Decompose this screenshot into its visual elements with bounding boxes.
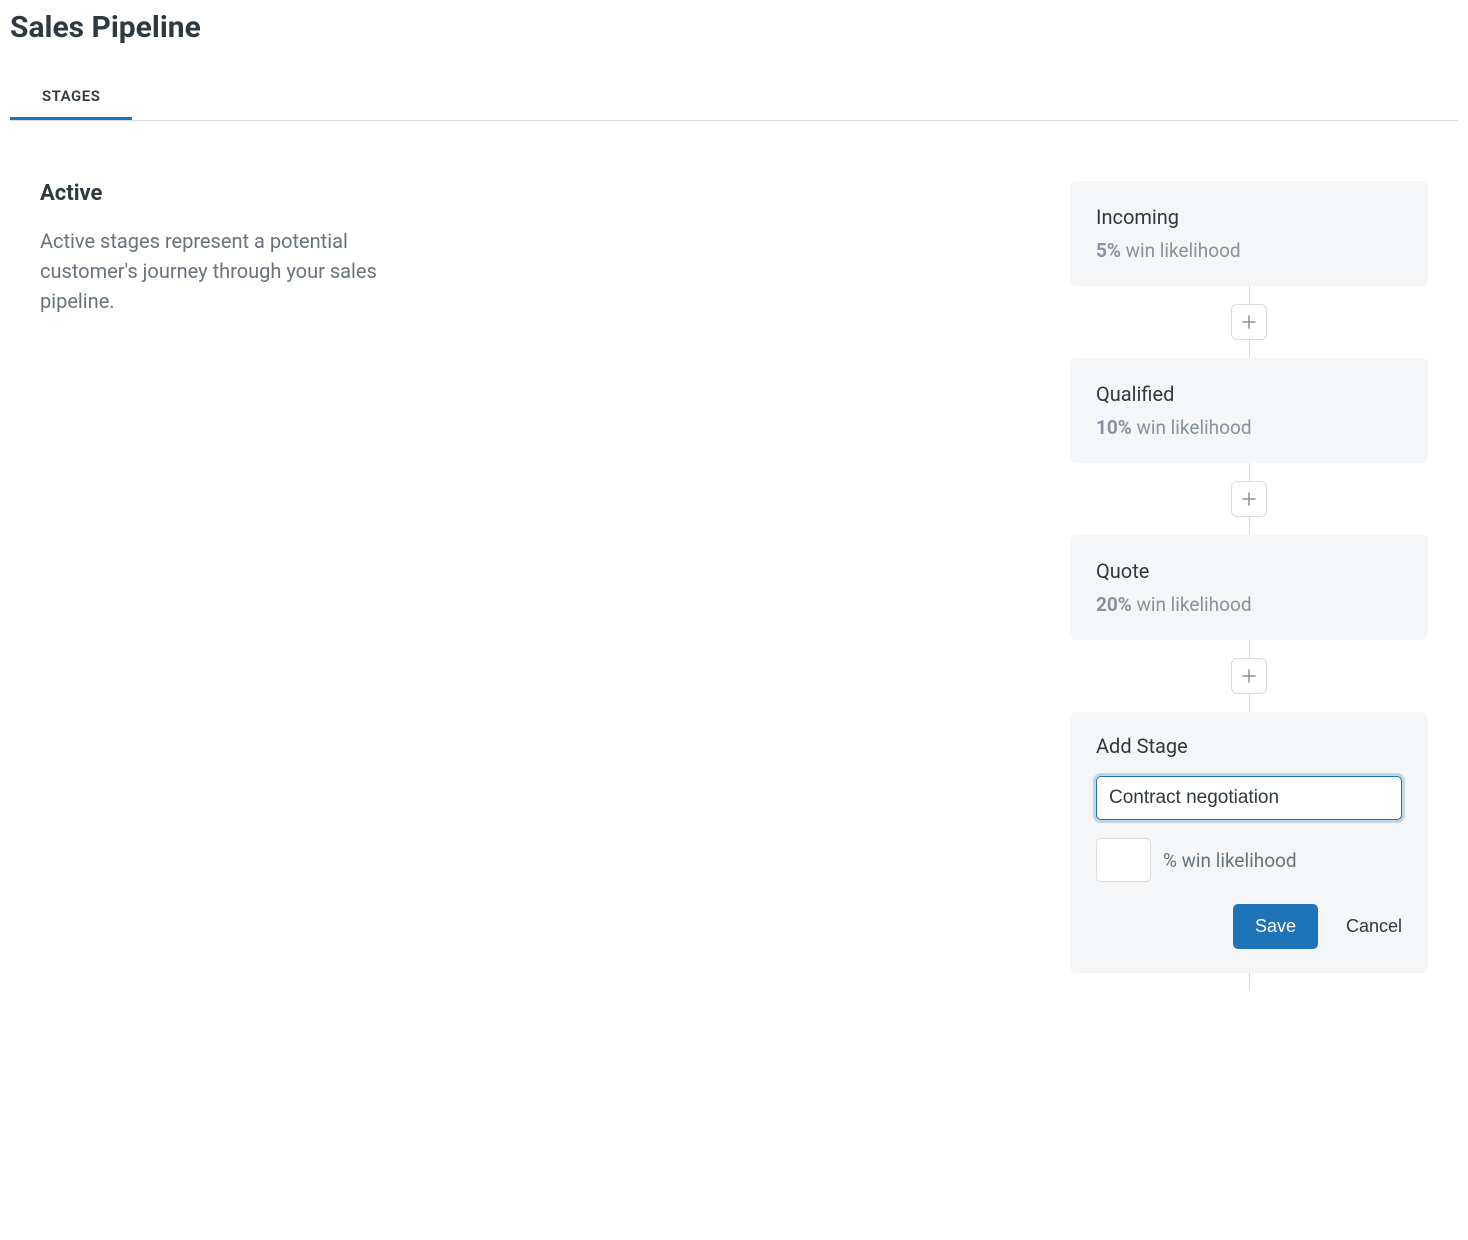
stage-pct: 20%: [1096, 593, 1132, 616]
stage-meta: 20% win likelihood: [1096, 593, 1402, 616]
stage-pct-label: win likelihood: [1137, 593, 1252, 616]
connector-line: [1249, 694, 1250, 712]
add-stage-title: Add Stage: [1096, 734, 1402, 758]
stage-pct: 10%: [1096, 416, 1132, 439]
pipeline: Incoming 5% win likelihood Qualified: [1070, 181, 1428, 991]
page-title: Sales Pipeline: [10, 10, 1458, 45]
stage-name: Quote: [1096, 559, 1402, 583]
stage-pct: 5%: [1096, 239, 1121, 262]
active-description: Active stages represent a potential cust…: [40, 226, 380, 316]
stage-pct-label: win likelihood: [1126, 239, 1241, 262]
tabs: STAGES: [10, 75, 1458, 121]
connector: [1231, 640, 1267, 712]
tab-stages[interactable]: STAGES: [10, 75, 132, 120]
connector: [1231, 463, 1267, 535]
connector-line: [1249, 973, 1250, 991]
win-pct-input[interactable]: [1096, 838, 1151, 882]
add-stage-button[interactable]: [1231, 481, 1267, 517]
connector-line: [1249, 340, 1250, 358]
win-pct-label: % win likelihood: [1163, 849, 1297, 872]
stage-meta: 10% win likelihood: [1096, 416, 1402, 439]
save-button[interactable]: Save: [1233, 904, 1318, 949]
stage-pct-label: win likelihood: [1137, 416, 1252, 439]
connector-line: [1249, 517, 1250, 535]
plus-icon: [1242, 492, 1256, 506]
connector: [1249, 973, 1250, 991]
add-stage-card: Add Stage % win likelihood Save Cancel: [1070, 712, 1428, 973]
stage-card-quote[interactable]: Quote 20% win likelihood: [1070, 535, 1428, 640]
connector-line: [1249, 640, 1250, 658]
active-heading: Active: [40, 181, 380, 206]
stage-meta: 5% win likelihood: [1096, 239, 1402, 262]
connector-line: [1249, 286, 1250, 304]
connector-line: [1249, 463, 1250, 481]
stage-card-incoming[interactable]: Incoming 5% win likelihood: [1070, 181, 1428, 286]
plus-icon: [1242, 315, 1256, 329]
active-section: Active Active stages represent a potenti…: [40, 181, 380, 991]
add-stage-button[interactable]: [1231, 658, 1267, 694]
stage-name: Qualified: [1096, 382, 1402, 406]
cancel-button[interactable]: Cancel: [1346, 916, 1402, 937]
plus-icon: [1242, 669, 1256, 683]
add-stage-button[interactable]: [1231, 304, 1267, 340]
connector: [1231, 286, 1267, 358]
stage-name-input[interactable]: [1096, 776, 1402, 820]
stage-name: Incoming: [1096, 205, 1402, 229]
stage-card-qualified[interactable]: Qualified 10% win likelihood: [1070, 358, 1428, 463]
